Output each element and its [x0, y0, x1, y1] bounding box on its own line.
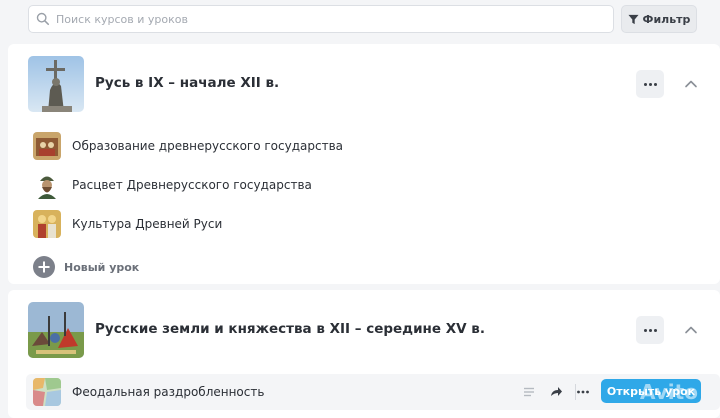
filter-icon [628, 14, 639, 24]
filter-label: Фильтр [642, 12, 691, 26]
lesson-item[interactable]: Культура Древней Руси [8, 207, 720, 243]
lesson-thumbnail [33, 132, 61, 160]
filter-button[interactable]: Фильтр [621, 5, 697, 33]
lesson-item[interactable]: Образование древнерусского государства [8, 129, 720, 165]
course-menu-button[interactable] [636, 70, 664, 98]
lesson-title: Расцвет Древнерусского государства [72, 178, 312, 192]
description-icon[interactable] [521, 384, 537, 400]
search-icon [36, 12, 50, 26]
course-title[interactable]: Русь в IX – начале XII в. [95, 75, 279, 91]
lesson-thumbnail [33, 210, 61, 238]
new-lesson-button[interactable]: Новый урок [33, 256, 139, 278]
lesson-title: Культура Древней Руси [72, 217, 223, 231]
share-icon[interactable] [548, 384, 564, 400]
monument-image [28, 56, 84, 112]
chevron-up-icon[interactable] [684, 77, 698, 91]
lesson-title: Образование древнерусского государства [72, 139, 343, 153]
lesson-thumbnail [33, 171, 61, 199]
chevron-up-icon[interactable] [684, 323, 698, 337]
new-lesson-label: Новый урок [64, 260, 140, 274]
course-title[interactable]: Русские земли и княжества в XII – середи… [95, 321, 485, 337]
lesson-item[interactable]: Феодальная раздробленность Открыть урок [26, 374, 720, 410]
search-box[interactable] [28, 5, 614, 33]
lesson-title: Феодальная раздробленность [72, 385, 265, 399]
more-dots-icon[interactable] [575, 384, 591, 400]
top-bar: Фильтр [0, 0, 720, 40]
battle-painting-image [28, 302, 84, 358]
lesson-item[interactable]: Расцвет Древнерусского государства [8, 168, 720, 204]
search-input[interactable] [56, 6, 596, 32]
course-card: Русские земли и княжества в XII – середи… [8, 290, 720, 418]
course-card: Русь в IX – начале XII в. Образование др… [8, 44, 720, 284]
plus-icon [33, 256, 55, 278]
course-thumbnail[interactable] [28, 56, 84, 112]
lesson-thumbnail [33, 378, 61, 406]
course-menu-button[interactable] [636, 316, 664, 344]
open-lesson-button[interactable]: Открыть урок [601, 379, 701, 403]
course-thumbnail[interactable] [28, 302, 84, 358]
